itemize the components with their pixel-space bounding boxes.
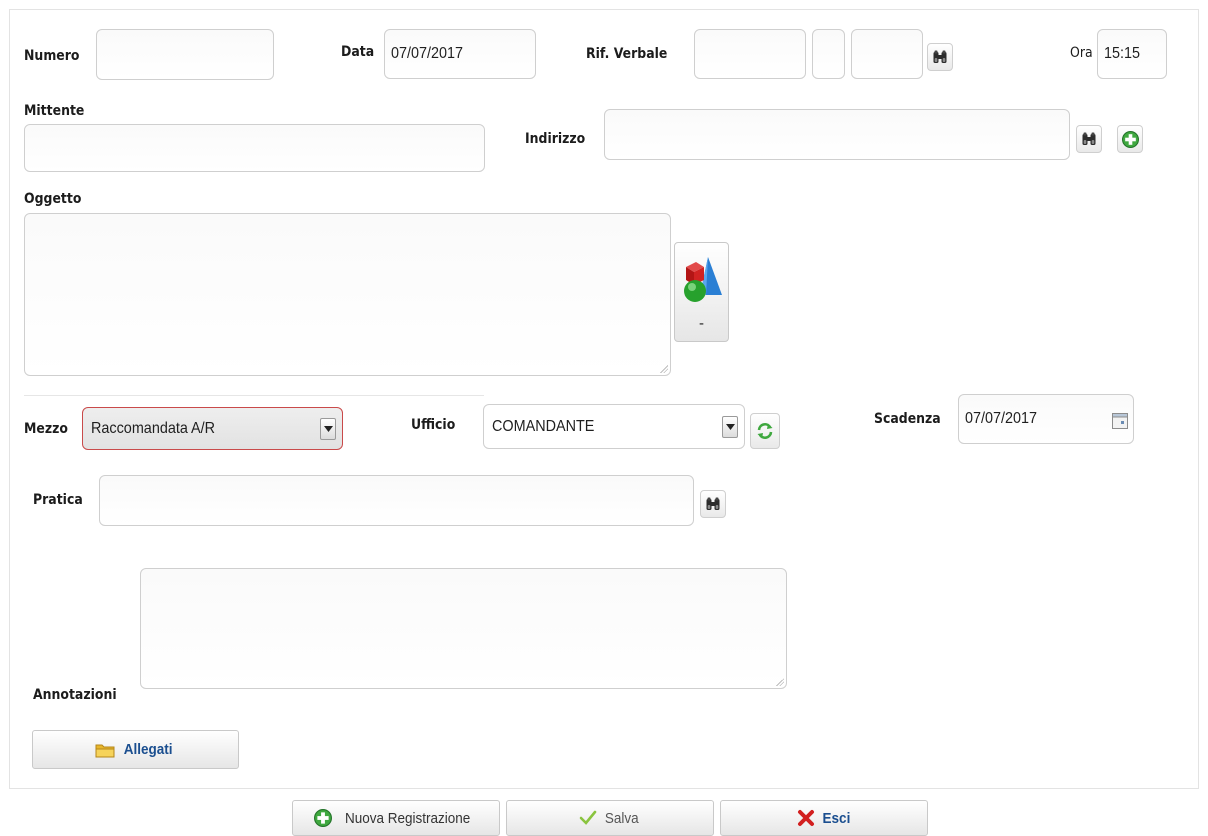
annotazioni-textarea-wrapper <box>140 568 787 689</box>
pratica-label: Pratica <box>33 492 83 508</box>
resize-grip[interactable] <box>776 678 784 686</box>
classify-button-label: - <box>699 314 704 332</box>
green-plus-icon <box>1122 131 1139 148</box>
data-input[interactable]: 07/07/2017 <box>384 29 536 79</box>
refresh-icon <box>757 423 773 439</box>
allegati-button[interactable]: Allegati <box>32 730 239 769</box>
salva-button[interactable]: Salva <box>506 800 714 836</box>
rif-verbale-label: Rif. Verbale <box>586 46 668 62</box>
oggetto-textarea-wrapper <box>24 213 671 376</box>
chevron-down-icon[interactable] <box>320 417 336 440</box>
ufficio-select[interactable]: COMANDANTE <box>483 404 745 449</box>
ufficio-selected-value: COMANDANTE <box>492 417 595 435</box>
check-icon <box>579 810 597 825</box>
indirizzo-label: Indirizzo <box>525 131 586 147</box>
pratica-search-button[interactable] <box>700 490 726 518</box>
esci-label: Esci <box>822 809 850 827</box>
rif-verbale-input-2[interactable] <box>812 29 845 79</box>
binoculars-icon <box>1081 131 1097 147</box>
indirizzo-add-button[interactable] <box>1117 125 1143 153</box>
oggetto-label: Oggetto <box>24 191 82 207</box>
ora-label: Ora <box>1070 45 1093 61</box>
green-plus-icon <box>314 809 332 827</box>
separator <box>24 395 484 396</box>
scadenza-label: Scadenza <box>874 411 941 427</box>
folder-icon <box>95 744 115 757</box>
data-label: Data <box>341 44 375 60</box>
annotazioni-textarea[interactable] <box>140 568 787 689</box>
numero-label: Numero <box>24 48 80 64</box>
indirizzo-search-button[interactable] <box>1076 125 1102 153</box>
scadenza-input[interactable]: 07/07/2017 <box>958 394 1134 444</box>
red-x-icon <box>797 810 814 826</box>
allegati-button-label: Allegati <box>124 741 173 758</box>
shapes-icon <box>683 256 722 302</box>
ufficio-label: Ufficio <box>411 417 456 433</box>
calendar-icon[interactable] <box>1112 413 1128 429</box>
chevron-down-icon[interactable] <box>722 415 738 438</box>
oggetto-classify-button[interactable]: - <box>674 242 729 342</box>
esci-button[interactable]: Esci <box>720 800 928 836</box>
binoculars-icon <box>932 49 948 65</box>
rif-verbale-search-button[interactable] <box>927 43 953 71</box>
numero-input[interactable] <box>96 29 274 80</box>
oggetto-textarea[interactable] <box>24 213 671 376</box>
pratica-input[interactable] <box>99 475 694 526</box>
rif-verbale-input-1[interactable] <box>694 29 806 79</box>
resize-grip[interactable] <box>660 365 668 373</box>
rif-verbale-input-3[interactable] <box>851 29 923 79</box>
mezzo-selected-value: Raccomandata A/R <box>91 419 216 437</box>
annotazioni-label: Annotazioni <box>33 687 117 703</box>
ufficio-refresh-button[interactable] <box>750 413 780 449</box>
salva-label: Salva <box>605 809 639 827</box>
binoculars-icon <box>705 496 721 512</box>
nuova-registrazione-button[interactable]: Nuova Registrazione <box>292 800 500 836</box>
mittente-label: Mittente <box>24 103 85 119</box>
mittente-input[interactable] <box>24 124 485 172</box>
ora-input[interactable]: 15:15 <box>1097 29 1167 79</box>
mezzo-label: Mezzo <box>24 421 68 437</box>
indirizzo-input[interactable] <box>604 109 1070 160</box>
mezzo-select[interactable]: Raccomandata A/R <box>82 407 343 450</box>
nuova-registrazione-label: Nuova Registrazione <box>345 809 471 827</box>
